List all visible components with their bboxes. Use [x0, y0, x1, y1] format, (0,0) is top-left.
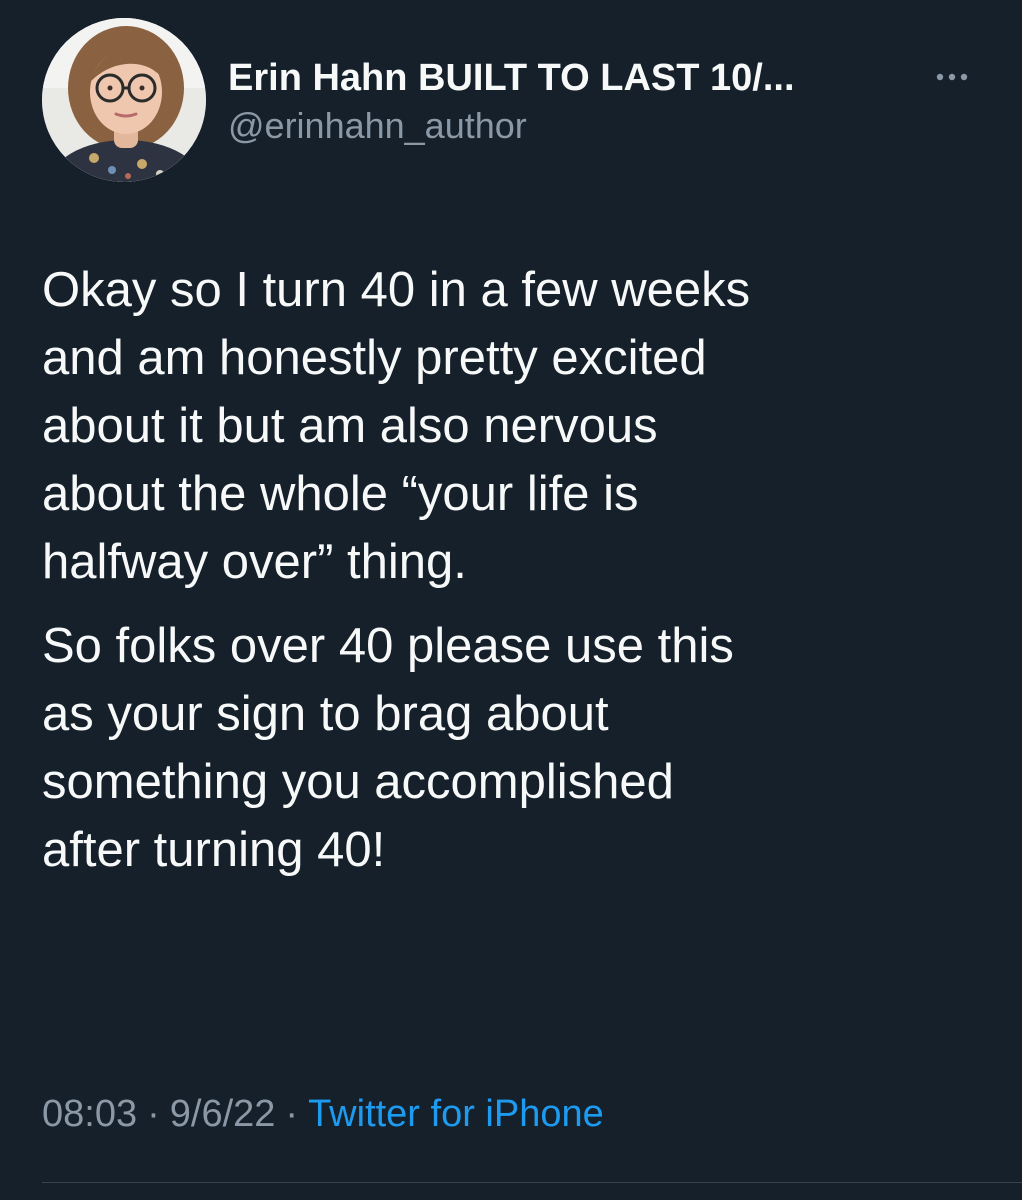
author-names: Erin Hahn BUILT TO LAST 10/... @erinhahn… [228, 56, 918, 148]
display-name[interactable]: Erin Hahn BUILT TO LAST 10/... [228, 56, 918, 100]
more-options-button[interactable] [932, 62, 972, 92]
tweet-metadata: 08:03 · 9/6/22 · Twitter for iPhone [42, 1088, 604, 1140]
tweet: Erin Hahn BUILT TO LAST 10/... @erinhahn… [0, 0, 1022, 1200]
meta-separator: · [285, 1093, 299, 1135]
tweet-text: Okay so I turn 40 in a few weeks and am … [42, 256, 982, 884]
tweet-date[interactable]: 9/6/22 [170, 1093, 276, 1135]
tweet-header: Erin Hahn BUILT TO LAST 10/... @erinhahn… [42, 18, 992, 184]
author-handle[interactable]: @erinhahn_author [228, 104, 918, 148]
profile-photo-icon [42, 18, 206, 182]
ellipsis-icon [936, 73, 968, 81]
tweet-paragraph: So folks over 40 please use this as your… [42, 619, 734, 877]
meta-separator: · [147, 1093, 160, 1135]
avatar[interactable] [42, 18, 206, 182]
divider [42, 1182, 1022, 1183]
tweet-time[interactable]: 08:03 [42, 1093, 137, 1135]
tweet-paragraph: Okay so I turn 40 in a few weeks and am … [42, 263, 751, 589]
tweet-source-link[interactable]: Twitter for iPhone [308, 1093, 604, 1135]
